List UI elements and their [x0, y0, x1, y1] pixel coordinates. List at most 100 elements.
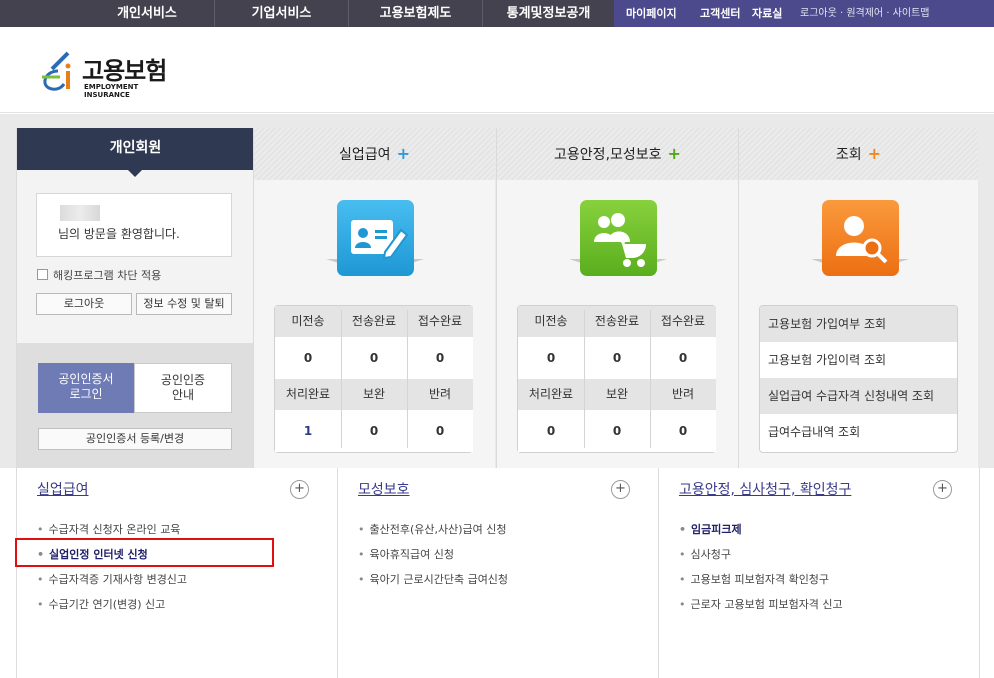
- nav-item-personal-services[interactable]: 개인서비스: [80, 0, 214, 27]
- link-maternity-benefit[interactable]: • 출산전후(유산,사산)급여 신청: [358, 521, 507, 537]
- link-online-education[interactable]: • 수급자격 신청자 온라인 교육: [37, 521, 180, 537]
- welcome-box: 님의 방문을 환영합니다.: [36, 193, 232, 257]
- service-column-unemployment: 실업급여 + 미전송 전송완료 접수완료 0 0 0 처리완료 보완 반려 1 0…: [253, 128, 495, 468]
- stat-value-sent[interactable]: 0: [584, 337, 650, 379]
- nav-item-archive[interactable]: 자료실: [752, 0, 782, 27]
- table-divider: [341, 310, 342, 448]
- util-links[interactable]: 로그아웃 · 원격제어 · 사이트맵: [800, 0, 929, 27]
- highlight-box: [15, 538, 274, 567]
- user-search-icon[interactable]: [822, 200, 899, 276]
- link-label: 임금피크제: [691, 523, 742, 536]
- inquiry-item-qualification[interactable]: 실업급여 수급자격 신청내역 조회: [760, 378, 957, 414]
- service-column-inquiry: 조회 + 고용보험 가입여부 조회 고용보험 가입이력 조회 실업급여 수급자격 …: [738, 128, 978, 468]
- service-header-inquiry[interactable]: 조회 +: [739, 128, 978, 180]
- table-divider: [650, 310, 651, 448]
- section-title-unemployment[interactable]: 실업급여: [37, 479, 89, 499]
- inquiry-list: 고용보험 가입여부 조회 고용보험 가입이력 조회 실업급여 수급자격 신청내역…: [759, 305, 958, 453]
- welcome-message: 님의 방문을 환영합니다.: [58, 227, 180, 241]
- more-plus-icon[interactable]: +: [611, 480, 630, 499]
- link-label: 육아휴직급여 신청: [369, 548, 454, 561]
- plus-icon: +: [396, 144, 410, 163]
- id-card-pen-icon[interactable]: [337, 200, 414, 276]
- stat-head-unsent: 미전송: [275, 306, 341, 337]
- stat-value-unsent[interactable]: 0: [518, 337, 584, 379]
- link-period-extension[interactable]: • 수급기간 연기(변경) 신고: [37, 596, 165, 612]
- stat-head-received: 접수완료: [407, 306, 473, 337]
- logo[interactable]: 고용보험 EMPLOYMENT INSURANCE: [38, 45, 178, 99]
- cert-guide-button[interactable]: 공인인증 안내: [134, 363, 232, 413]
- link-wage-peak[interactable]: • 임금피크제: [679, 521, 742, 537]
- status-table-employment-maternity: 미전송 전송완료 접수완료 0 0 0 처리완료 보완 반려 0 0 0: [517, 305, 716, 453]
- stat-head-completed: 처리완료: [275, 379, 341, 410]
- stat-value-completed[interactable]: 1: [275, 410, 341, 452]
- quick-links-section: 실업급여 + • 수급자격 신청자 온라인 교육 • 실업인정 인터넷 신청 • 수급…: [16, 468, 980, 678]
- table-divider: [584, 310, 585, 448]
- inquiry-item-benefit[interactable]: 급여수급내역 조회: [760, 414, 957, 450]
- cert-login-label-2: 로그인: [69, 387, 103, 401]
- stat-value-sent[interactable]: 0: [341, 337, 407, 379]
- link-reduced-hours[interactable]: • 육아기 근로시간단축 급여신청: [358, 571, 508, 587]
- quick-links-employment-stability: 고용안정, 심사청구, 확인청구 + • 임금피크제 • 심사청구 • 고용보험 피보…: [659, 468, 981, 678]
- link-label: 근로자 고용보험 피보험자격 신고: [690, 598, 843, 611]
- section-title-employment-stability[interactable]: 고용안정, 심사청구, 확인청구: [679, 479, 851, 499]
- section-title-maternity[interactable]: 모성보호: [358, 479, 410, 499]
- nav-item-mypage[interactable]: 마이페이지: [626, 0, 677, 27]
- service-header-unemployment[interactable]: 실업급여 +: [254, 128, 495, 180]
- stat-head-completed: 처리완료: [518, 379, 584, 410]
- cert-register-button[interactable]: 공인인증서 등록/변경: [38, 428, 232, 450]
- nav-item-customer-center[interactable]: 고객센터: [700, 0, 740, 27]
- stat-value-rejected[interactable]: 0: [407, 410, 473, 452]
- service-title: 실업급여: [339, 147, 391, 163]
- more-plus-icon[interactable]: +: [933, 480, 952, 499]
- stat-value-supplement[interactable]: 0: [341, 410, 407, 452]
- link-worker-report[interactable]: • 근로자 고용보험 피보험자격 신고: [679, 596, 843, 612]
- member-panel-title: 개인회원: [17, 128, 254, 170]
- stat-head-rejected: 반려: [650, 379, 716, 410]
- nav-item-statistics[interactable]: 통계및정보공개: [482, 0, 614, 27]
- stat-head-supplement: 보완: [584, 379, 650, 410]
- service-column-employment-maternity: 고용안정,모성보호 + 미전송 전송완료 접수완료 0 0 0 처리완료 보완 반…: [496, 128, 738, 468]
- hack-block-label: 해킹프로그램 차단 적용: [53, 269, 162, 282]
- link-qualification-confirm[interactable]: • 고용보험 피보험자격 확인청구: [679, 571, 829, 587]
- stat-value-rejected[interactable]: 0: [650, 410, 716, 452]
- cert-login-button[interactable]: 공인인증서 로그인: [38, 363, 134, 413]
- quick-links-unemployment: 실업급여 + • 수급자격 신청자 온라인 교육 • 실업인정 인터넷 신청 • 수급…: [17, 468, 338, 678]
- stat-head-unsent: 미전송: [518, 306, 584, 337]
- logo-mark-icon: [42, 51, 71, 91]
- top-navigation: 개인서비스 기업서비스 고용보험제도 통계및정보공개 마이페이지 고객센터 자료…: [0, 0, 994, 27]
- nav-item-business-services[interactable]: 기업서비스: [214, 0, 348, 27]
- link-review-request[interactable]: • 심사청구: [679, 546, 731, 562]
- inquiry-item-membership[interactable]: 고용보험 가입여부 조회: [760, 306, 957, 342]
- stat-head-sent: 전송완료: [584, 306, 650, 337]
- link-change-report[interactable]: • 수급자격증 기재사항 변경신고: [37, 571, 187, 587]
- link-parental-leave[interactable]: • 육아휴직급여 신청: [358, 546, 454, 562]
- stat-value-received[interactable]: 0: [407, 337, 473, 379]
- stat-head-received: 접수완료: [650, 306, 716, 337]
- family-stroller-svg: [594, 213, 646, 267]
- logo-subtext: EMPLOYMENT INSURANCE: [84, 83, 139, 99]
- family-stroller-icon[interactable]: [580, 200, 657, 276]
- service-header-employment-maternity[interactable]: 고용안정,모성보호 +: [497, 128, 738, 180]
- stat-head-rejected: 반려: [407, 379, 473, 410]
- stat-value-unsent[interactable]: 0: [275, 337, 341, 379]
- logout-button[interactable]: 로그아웃: [36, 293, 132, 315]
- link-label: 심사청구: [690, 548, 731, 561]
- blurred-user-name: [60, 205, 100, 221]
- cert-guide-label-2: 안내: [171, 388, 195, 402]
- hack-block-checkbox[interactable]: [37, 269, 48, 280]
- edit-info-button[interactable]: 정보 수정 및 탈퇴: [136, 293, 232, 315]
- stat-value-supplement[interactable]: 0: [584, 410, 650, 452]
- stat-value-received[interactable]: 0: [650, 337, 716, 379]
- inquiry-item-history[interactable]: 고용보험 가입이력 조회: [760, 342, 957, 378]
- quick-links-maternity: 모성보호 + • 출산전후(유산,사산)급여 신청 • 육아휴직급여 신청 • 육아기…: [338, 468, 659, 678]
- link-label: 육아기 근로시간단축 급여신청: [369, 573, 509, 586]
- cert-login-label-1: 공인인증서: [58, 372, 114, 386]
- cert-guide-label-1: 공인인증: [160, 373, 206, 387]
- link-label: 출산전후(유산,사산)급여 신청: [369, 523, 507, 536]
- nav-item-insurance-system[interactable]: 고용보험제도: [348, 0, 482, 27]
- stat-value-completed[interactable]: 0: [518, 410, 584, 452]
- more-plus-icon[interactable]: +: [290, 480, 309, 499]
- link-label: 수급기간 연기(변경) 신고: [48, 598, 166, 611]
- table-divider: [407, 310, 408, 448]
- link-label: 고용보험 피보험자격 확인청구: [690, 573, 830, 586]
